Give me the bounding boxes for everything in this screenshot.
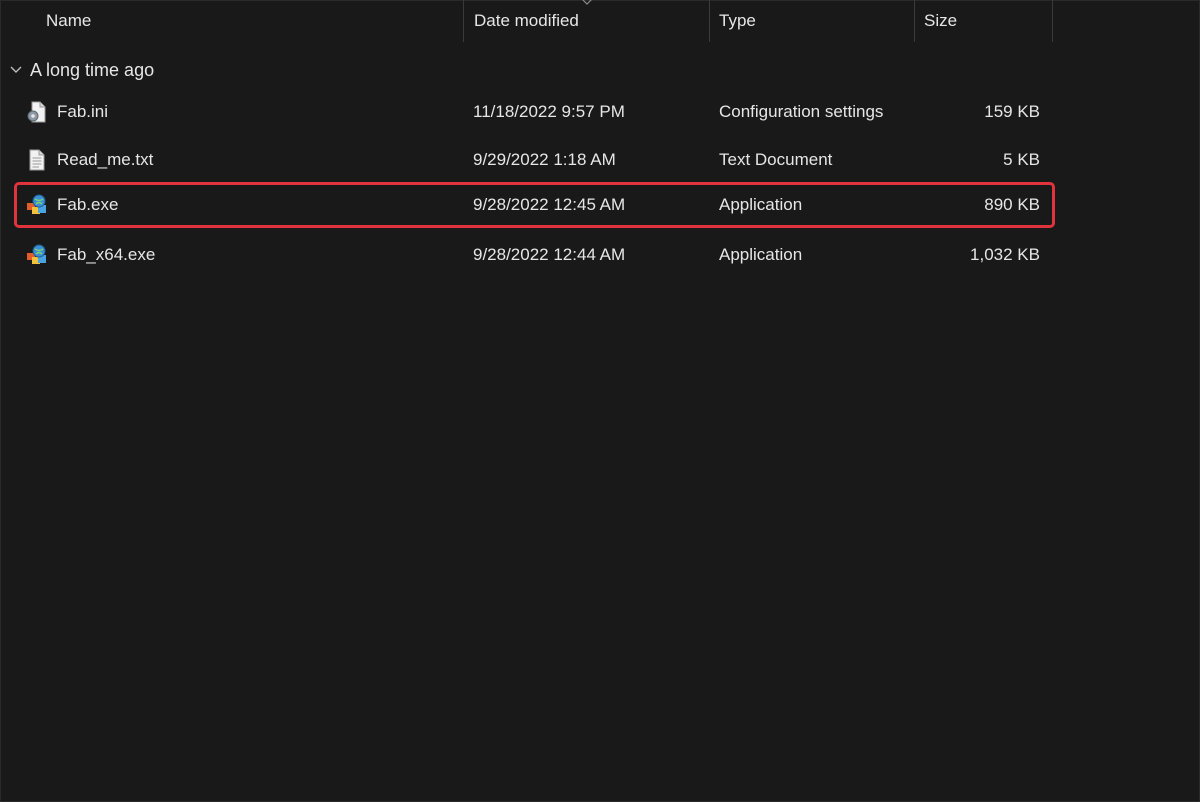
application-icon (27, 244, 46, 264)
chevron-down-icon[interactable] (8, 62, 24, 78)
column-header-size-label: Size (924, 11, 958, 30)
file-size: 5 KB (1003, 150, 1040, 169)
file-size: 1,032 KB (970, 245, 1040, 264)
column-header-date-label: Date modified (474, 11, 579, 30)
file-type: Application (719, 245, 803, 264)
file-name: Read_me.txt (57, 150, 154, 169)
column-header-type[interactable]: Type (710, 0, 915, 42)
group-header-label: A long time ago (30, 59, 155, 80)
column-resize-handle[interactable] (1052, 0, 1053, 42)
column-header-size[interactable]: Size (915, 0, 1053, 42)
file-row[interactable]: Fab.ini 11/18/2022 9:57 PM Configuration… (14, 89, 1055, 135)
text-file-icon (29, 149, 45, 171)
file-date: 9/29/2022 1:18 AM (473, 150, 616, 169)
settings-file-icon (27, 101, 46, 123)
application-icon (27, 194, 46, 214)
column-header-name-label: Name (46, 11, 92, 30)
file-date: 11/18/2022 9:57 PM (473, 102, 625, 121)
file-row[interactable]: Read_me.txt 9/29/2022 1:18 AM Text Docum… (14, 137, 1055, 183)
file-name: Fab.ini (57, 102, 109, 121)
group-header[interactable]: A long time ago (8, 56, 154, 84)
file-name: Fab_x64.exe (57, 245, 156, 264)
file-size: 159 KB (984, 102, 1040, 121)
file-type: Application (719, 195, 803, 214)
file-type: Text Document (719, 150, 833, 169)
column-header-date-modified[interactable]: Date modified (464, 0, 710, 42)
column-header-type-label: Type (719, 11, 756, 30)
file-date: 9/28/2022 12:44 AM (473, 245, 626, 264)
file-type: Configuration settings (719, 102, 884, 121)
file-row[interactable]: Fab_x64.exe 9/28/2022 12:44 AM Applicati… (14, 232, 1055, 278)
column-header-name[interactable]: Name (0, 0, 464, 42)
file-date: 9/28/2022 12:45 AM (473, 195, 626, 214)
file-name: Fab.exe (57, 195, 119, 214)
sort-caret-icon (582, 0, 592, 5)
file-row-highlighted[interactable]: Fab.exe 9/28/2022 12:45 AM Application 8… (14, 182, 1055, 228)
file-size: 890 KB (984, 195, 1040, 214)
